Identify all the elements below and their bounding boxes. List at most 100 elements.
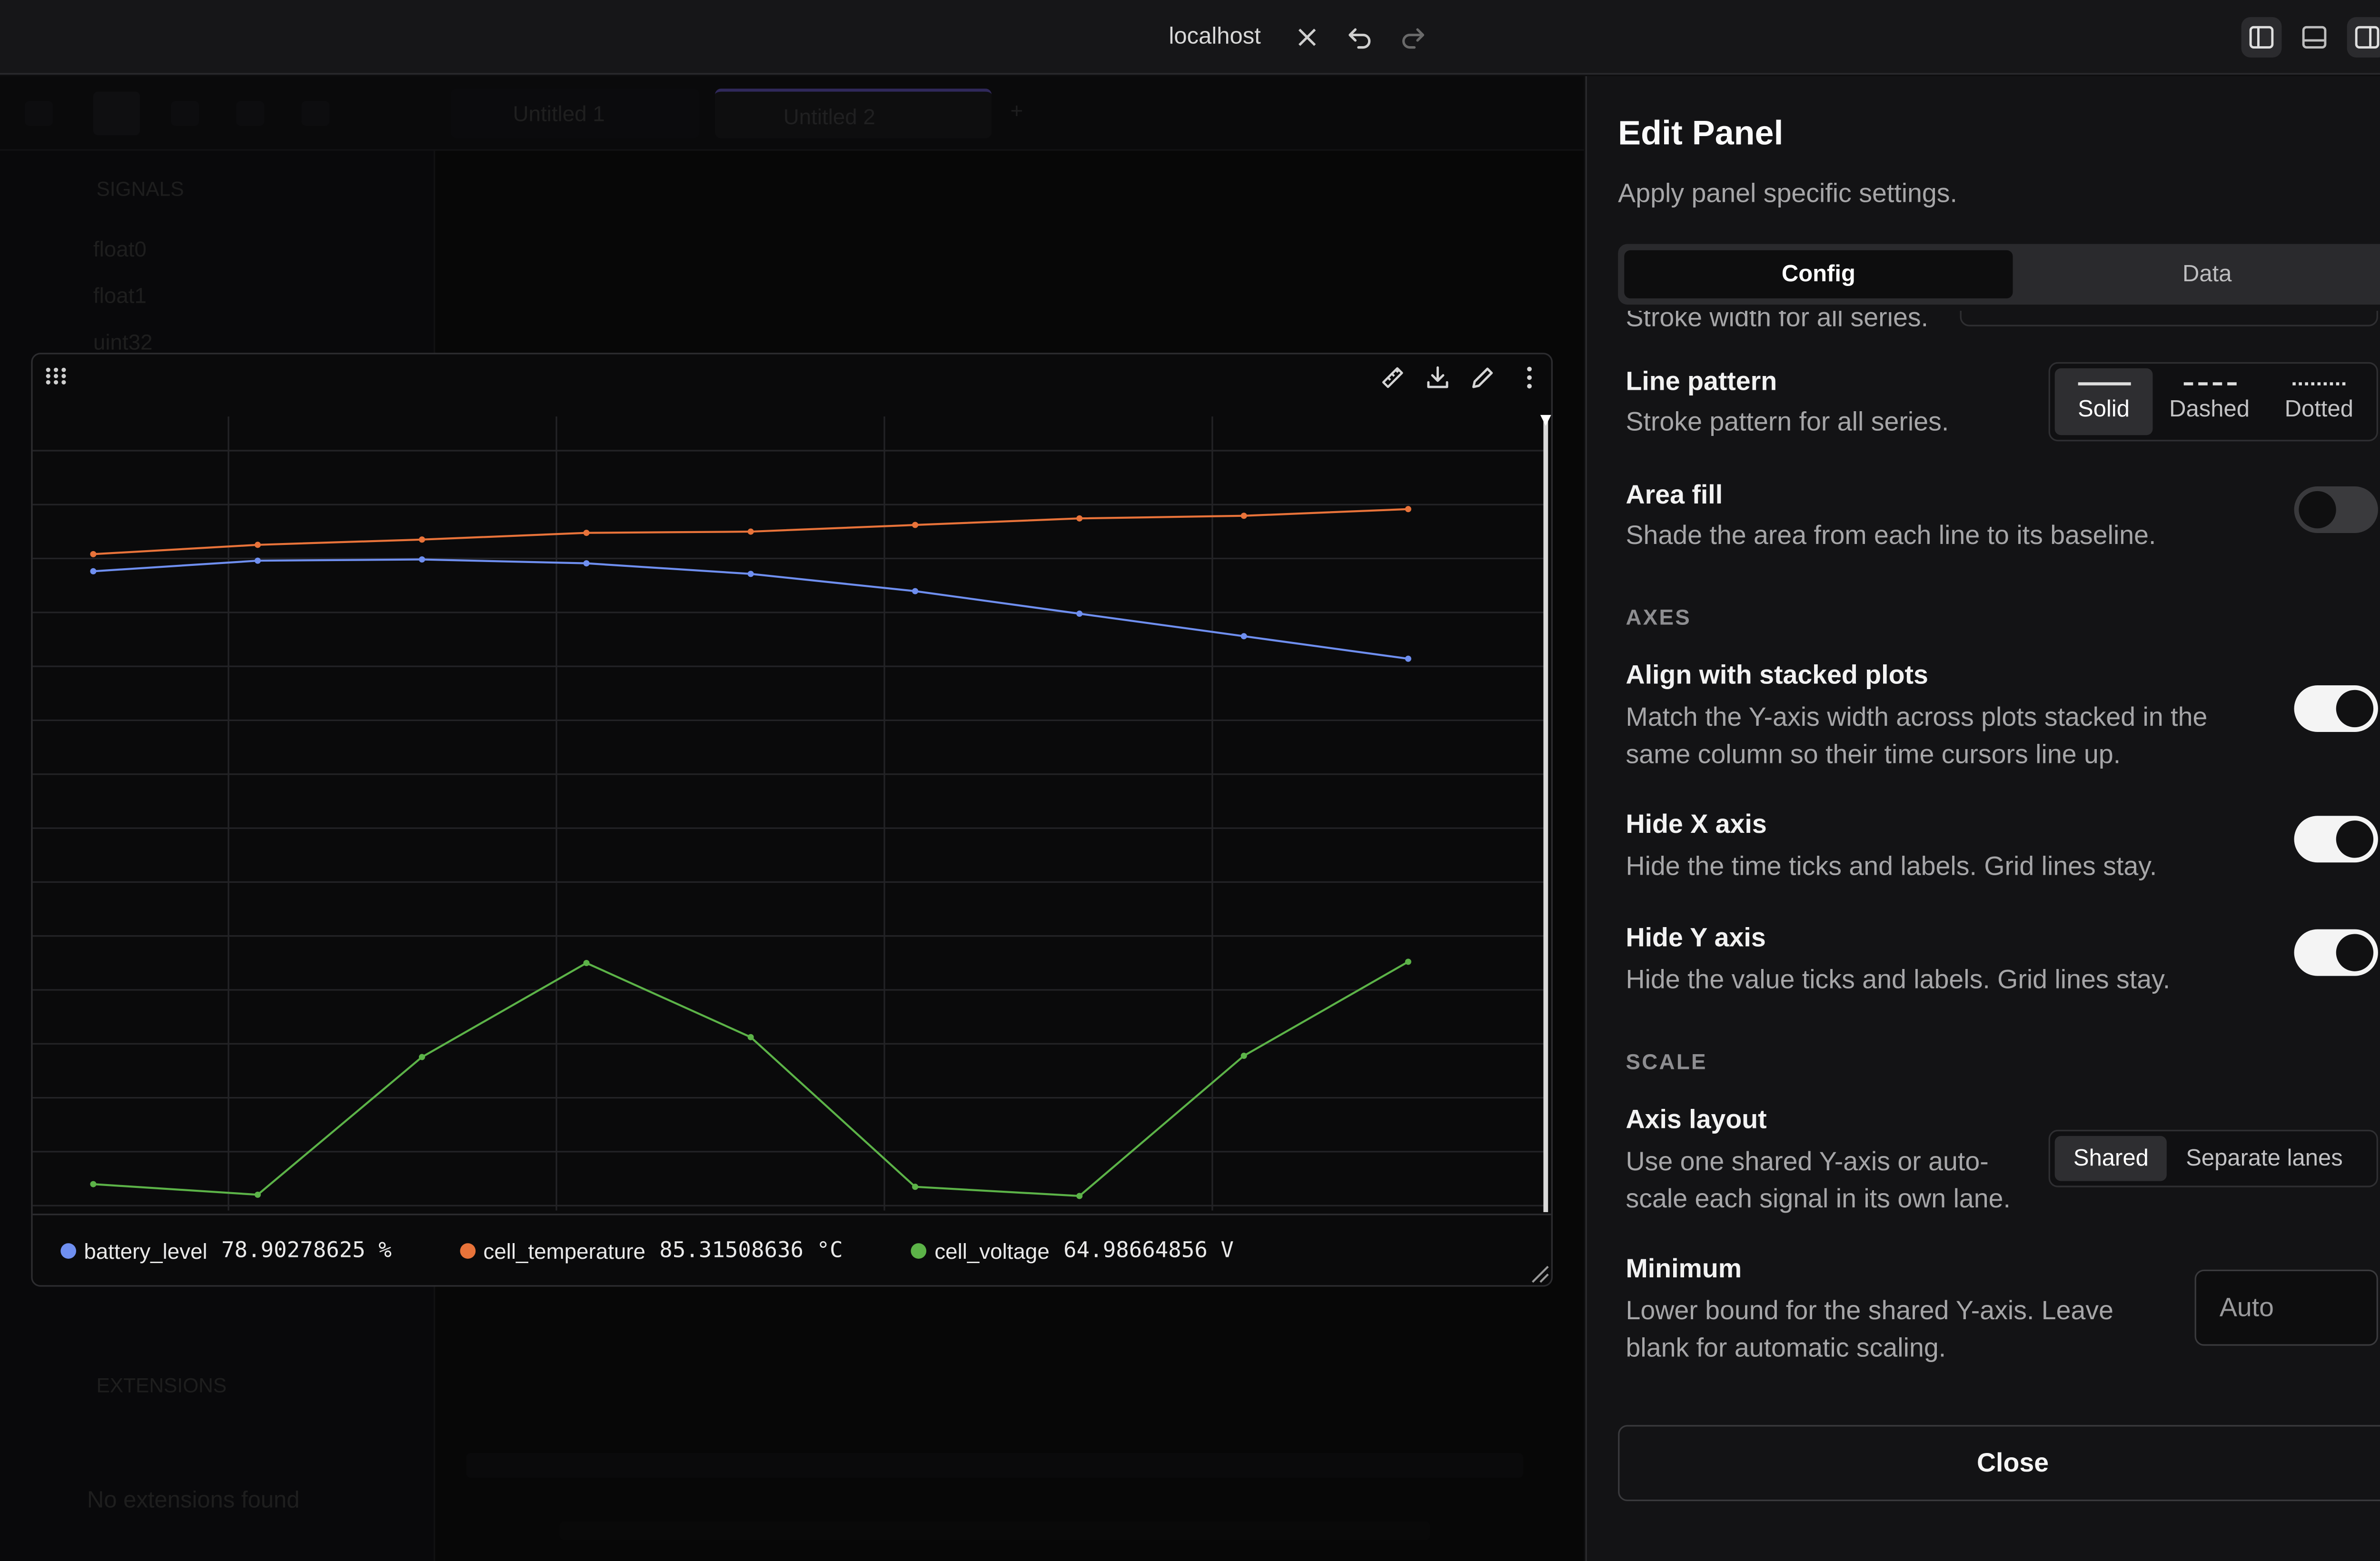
data-point-cell-temperature <box>912 522 919 528</box>
dialog-title: Edit Panel <box>1618 113 1784 152</box>
hide-x-axis-title: Hide X axis <box>1626 810 1767 840</box>
data-point-cell-temperature <box>747 528 754 535</box>
chart-grid <box>32 416 1544 1211</box>
settings-scroll-area[interactable]: Stroke width for all series. Line patter… <box>1587 311 2380 1391</box>
redo-icon[interactable] <box>1396 20 1430 54</box>
align-stacked-toggle[interactable] <box>2294 685 2378 732</box>
align-stacked-desc-line2: same column so their time cursors line u… <box>1626 740 2121 770</box>
hide-x-axis-desc: Hide the time ticks and labels. Grid lin… <box>1626 851 2157 881</box>
series-line-cell-voltage <box>93 961 1409 1197</box>
area-fill-title: Area fill <box>1626 480 1723 510</box>
legend-item-cell-voltage[interactable]: cell_voltage 64.98664856 V <box>911 1238 1234 1263</box>
line-pattern-selector: Solid Dashed Dotted <box>2048 362 2378 442</box>
scale-section-label: SCALE <box>1626 1049 1707 1074</box>
data-point-cell-voltage <box>254 1191 261 1198</box>
title-bar: localhost <box>0 0 2380 75</box>
data-point-cell-voltage <box>1076 1193 1083 1199</box>
dialog-subtitle: Apply panel specific settings. <box>1618 178 1957 208</box>
minimum-title: Minimum <box>1626 1254 1742 1284</box>
toggle-bottom-panel-icon[interactable] <box>2294 17 2335 58</box>
tab-config[interactable]: Config <box>1624 250 2013 298</box>
axis-layout-desc-line1: Use one shared Y-axis or auto- <box>1626 1146 1989 1176</box>
align-stacked-desc-line1: Match the Y-axis width across plots stac… <box>1626 702 2208 732</box>
line-pattern-dashed-button[interactable]: Dashed <box>2152 368 2266 435</box>
data-point-cell-temperature <box>583 530 590 536</box>
data-point-battery-level <box>1240 633 1247 640</box>
cursor-line[interactable] <box>1543 416 1548 1212</box>
line-pattern-solid-button[interactable]: Solid <box>2054 368 2153 435</box>
line-pattern-desc: Stroke pattern for all series. <box>1626 407 1949 437</box>
minimum-desc-line1: Lower bound for the shared Y-axis. Leave <box>1626 1296 2114 1326</box>
data-point-battery-level <box>583 560 590 567</box>
line-pattern-title: Line pattern <box>1626 366 1777 396</box>
legend-series-name: battery_level <box>84 1237 208 1263</box>
chart-legend: battery_level 78.90278625 % cell_tempera… <box>32 1214 1551 1285</box>
window-title: localhost <box>1169 23 1261 50</box>
solid-line-icon <box>2077 381 2131 385</box>
axis-layout-separate-button[interactable]: Separate lanes <box>2167 1136 2361 1181</box>
toggle-left-sidebar-icon[interactable] <box>2241 17 2282 58</box>
area-fill-toggle[interactable] <box>2294 486 2378 533</box>
toggle-knob <box>2336 690 2374 728</box>
resize-handle-icon[interactable] <box>1522 1255 1551 1285</box>
area-fill-desc: Shade the area from each line to its bas… <box>1626 520 2156 550</box>
toggle-knob <box>2336 934 2374 971</box>
hide-x-axis-toggle[interactable] <box>2294 816 2378 863</box>
line-chart <box>32 415 1551 1212</box>
legend-series-value: 85.31508636 °C <box>659 1237 843 1263</box>
legend-item-cell-temperature[interactable]: cell_temperature 85.31508636 °C <box>460 1238 843 1263</box>
hide-y-axis-desc: Hide the value ticks and labels. Grid li… <box>1626 965 2171 995</box>
data-point-cell-voltage <box>912 1184 919 1190</box>
data-point-battery-level <box>418 556 426 563</box>
legend-series-value: 64.98664856 V <box>1063 1237 1234 1263</box>
legend-dot <box>911 1242 927 1258</box>
cursor-marker-icon[interactable] <box>1540 415 1551 426</box>
data-point-cell-voltage <box>1240 1052 1247 1059</box>
legend-dot <box>60 1242 76 1258</box>
data-point-cell-temperature <box>1076 515 1083 522</box>
toggle-right-sidebar-icon[interactable] <box>2347 17 2380 58</box>
tab-data[interactable]: Data <box>2013 250 2380 298</box>
minimum-desc-line2: blank for automatic scaling. <box>1626 1333 1946 1363</box>
axis-layout-desc-line2: scale each signal in its own lane. <box>1626 1184 2011 1214</box>
hide-y-axis-title: Hide Y axis <box>1626 923 1766 953</box>
minimum-input[interactable]: Auto <box>2194 1269 2378 1346</box>
data-point-battery-level <box>747 571 754 577</box>
stroke-width-control[interactable] <box>1960 311 2378 326</box>
legend-dot <box>460 1242 476 1258</box>
option-label: Dotted <box>2284 395 2353 422</box>
chart-panel: battery_level 78.90278625 % cell_tempera… <box>31 353 1553 1287</box>
data-point-cell-voltage <box>747 1034 754 1040</box>
data-point-battery-level <box>912 588 919 594</box>
toggle-knob <box>2299 491 2336 529</box>
legend-item-battery-level[interactable]: battery_level 78.90278625 % <box>60 1237 392 1263</box>
line-pattern-dotted-button[interactable]: Dotted <box>2266 368 2372 435</box>
toggle-knob <box>2336 820 2374 858</box>
option-label: Solid <box>2078 395 2130 422</box>
undo-icon[interactable] <box>1343 20 1377 54</box>
align-stacked-title: Align with stacked plots <box>1626 660 1928 690</box>
legend-series-name: cell_voltage <box>934 1237 1050 1263</box>
dotted-line-icon <box>2292 381 2346 385</box>
data-point-cell-temperature <box>1405 506 1411 513</box>
axis-layout-shared-button[interactable]: Shared <box>2054 1136 2168 1181</box>
dashed-line-icon <box>2183 381 2236 385</box>
data-point-cell-voltage <box>1405 958 1411 965</box>
close-icon[interactable] <box>2373 104 2380 141</box>
data-point-cell-temperature <box>254 542 261 548</box>
data-point-cell-temperature <box>1240 513 1247 519</box>
data-point-battery-level <box>90 568 97 574</box>
stroke-width-desc: Stroke width for all series. <box>1626 311 1929 333</box>
hide-y-axis-toggle[interactable] <box>2294 929 2378 976</box>
close-button[interactable]: Close <box>1618 1425 2380 1502</box>
legend-series-value: 78.90278625 % <box>221 1237 392 1263</box>
edit-panel-dialog: Edit Panel Apply panel specific settings… <box>1585 76 2380 1561</box>
close-icon[interactable] <box>1290 20 1324 54</box>
data-point-cell-voltage <box>418 1054 426 1060</box>
axes-section-label: AXES <box>1626 604 1692 630</box>
dialog-tabs: Config Data <box>1618 244 2380 305</box>
data-point-cell-temperature <box>418 536 426 543</box>
legend-series-name: cell_temperature <box>483 1237 645 1263</box>
data-point-battery-level <box>1405 655 1411 662</box>
data-point-battery-level <box>1076 610 1083 617</box>
